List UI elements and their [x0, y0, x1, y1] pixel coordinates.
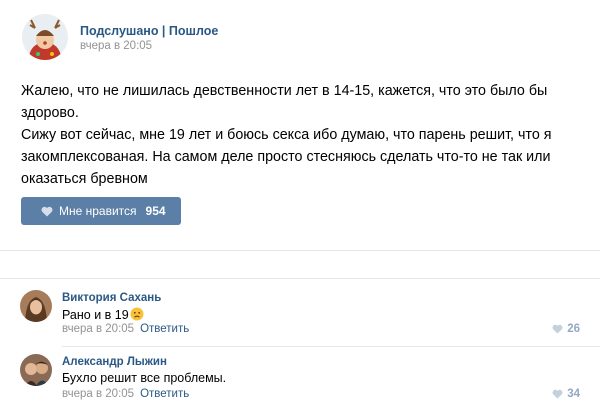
- like-label: Мне нравится: [59, 204, 137, 218]
- reindeer-costume-avatar-icon: [22, 14, 68, 60]
- comment-date[interactable]: вчера в 20:05: [62, 323, 134, 335]
- community-avatar[interactable]: [22, 14, 68, 60]
- comment-meta: вчера в 20:05 Ответить: [62, 388, 189, 400]
- comment-text: Бухло решит все проблемы.: [62, 371, 227, 385]
- comment-divider: [62, 346, 600, 347]
- comments-top-border: [0, 278, 600, 279]
- comment-item: Александр Лыжин Бухло решит все проблемы…: [0, 352, 600, 404]
- comment-author[interactable]: Виктория Сахань: [62, 292, 161, 304]
- heart-icon: [552, 324, 563, 334]
- post: Подслушано | Пошлое вчера в 20:05 Жалею,…: [0, 0, 600, 250]
- comment-like[interactable]: 26: [552, 323, 580, 335]
- comment-item: Виктория Сахань Рано и в 19 вчера в 20:0…: [0, 288, 600, 346]
- section-divider: [0, 250, 600, 279]
- like-button[interactable]: Мне нравится 954: [21, 197, 181, 225]
- reply-link[interactable]: Ответить: [140, 323, 189, 335]
- community-name[interactable]: Подслушано | Пошлое: [80, 24, 218, 38]
- comment-text-content: Рано и в 19: [62, 308, 129, 322]
- comment-meta: вчера в 20:05 Ответить: [62, 323, 189, 335]
- comment-text: Рано и в 19: [62, 307, 144, 322]
- user-photo-icon: [20, 354, 52, 386]
- user-photo-icon: [20, 290, 52, 322]
- comment-author[interactable]: Александр Лыжин: [62, 356, 167, 368]
- sad-face-emoji-icon: [130, 307, 144, 321]
- avatar[interactable]: [20, 354, 52, 386]
- avatar[interactable]: [20, 290, 52, 322]
- comment-like-count: 26: [567, 323, 580, 335]
- post-date[interactable]: вчера в 20:05: [80, 40, 152, 52]
- heart-icon: [552, 389, 563, 399]
- post-paragraph-2: Сижу вот сейчас, мне 19 лет и боюсь секс…: [21, 127, 552, 187]
- reply-link[interactable]: Ответить: [140, 388, 189, 400]
- heart-icon: [41, 206, 53, 216]
- comment-like-count: 34: [567, 388, 580, 400]
- post-paragraph-1: Жалею, что не лишилась девственности лет…: [21, 83, 548, 121]
- like-count: 954: [145, 204, 166, 218]
- post-text: Жалею, что не лишилась девственности лет…: [21, 80, 591, 190]
- comment-date[interactable]: вчера в 20:05: [62, 388, 134, 400]
- comment-like[interactable]: 34: [552, 388, 580, 400]
